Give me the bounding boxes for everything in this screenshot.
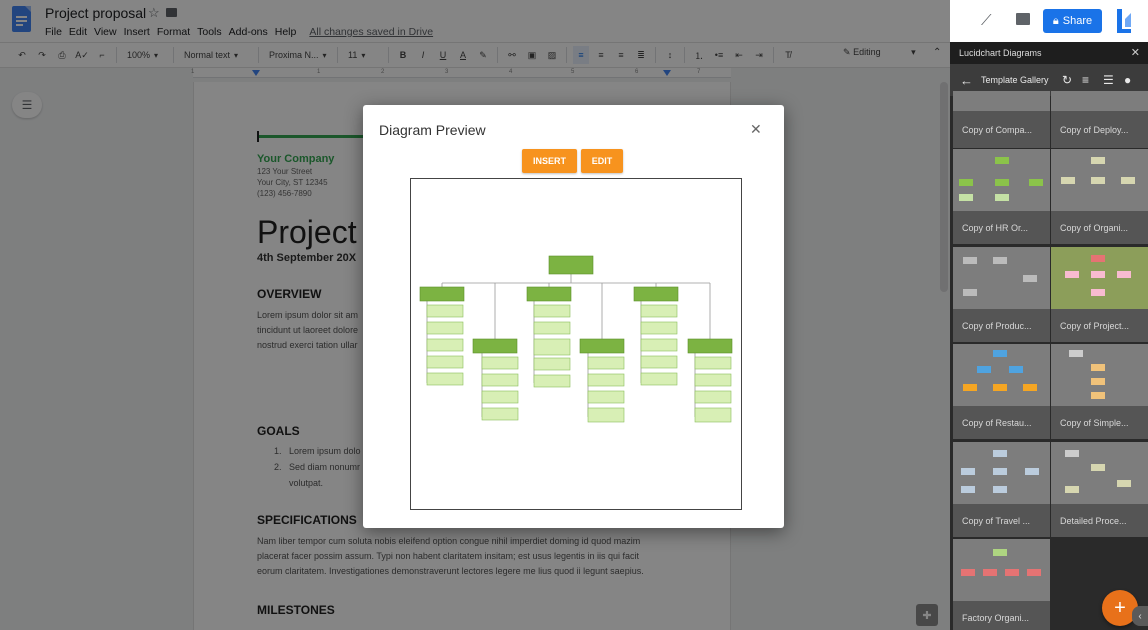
diagram-preview	[410, 178, 742, 510]
sidebar-collapse-handle[interactable]: ‹	[1132, 606, 1148, 626]
back-arrow-icon[interactable]: ←	[960, 73, 973, 88]
template-label: Copy of Travel ...	[962, 515, 1031, 526]
template-card[interactable]: Copy of Restau...	[953, 344, 1050, 439]
template-card[interactable]: Copy of Simple...	[1051, 344, 1148, 439]
org-chart-diagram	[419, 255, 733, 423]
share-button[interactable]: 🔒︎ Share	[1043, 9, 1102, 33]
close-icon[interactable]: ✕	[1131, 46, 1140, 59]
comment-icon[interactable]	[1016, 13, 1030, 25]
template-card[interactable]: Copy of Compa...	[953, 91, 1050, 148]
template-card[interactable]: Copy of Project...	[1051, 247, 1148, 342]
template-thumbnail	[953, 247, 1050, 309]
activity-icon[interactable]: ⟋	[981, 12, 992, 29]
template-label: Factory Organi...	[962, 612, 1030, 623]
template-label: Copy of Deploy...	[1060, 124, 1129, 135]
sort-icon[interactable]: ≡	[1082, 73, 1089, 87]
template-label: Copy of Organi...	[1060, 222, 1129, 233]
template-gallery-label[interactable]: Template Gallery	[981, 75, 1049, 85]
template-label: Copy of HR Or...	[962, 222, 1029, 233]
insert-button[interactable]: INSERT	[522, 149, 577, 173]
template-card[interactable]: Copy of Organi...	[1051, 149, 1148, 244]
template-card[interactable]: Detailed Proce...	[1051, 442, 1148, 537]
template-thumbnail	[953, 442, 1050, 504]
diagram-preview-dialog: Diagram Preview ✕ INSERT EDIT	[363, 105, 784, 528]
template-thumbnail	[1051, 344, 1148, 406]
edit-button[interactable]: EDIT	[581, 149, 623, 173]
template-thumbnail	[1051, 442, 1148, 504]
template-thumbnail	[953, 149, 1050, 211]
dialog-title: Diagram Preview	[379, 122, 486, 138]
template-label: Copy of Simple...	[1060, 417, 1129, 428]
template-thumbnail	[953, 91, 1050, 111]
template-label: Copy of Compa...	[962, 124, 1033, 135]
template-label: Copy of Produc...	[962, 320, 1032, 331]
template-thumbnail	[953, 539, 1050, 601]
share-label: Share	[1062, 15, 1093, 27]
template-card[interactable]: Copy of Travel ...	[953, 442, 1050, 537]
template-card[interactable]: Factory Organi...	[953, 539, 1050, 630]
template-label: Detailed Proce...	[1060, 515, 1127, 526]
sidebar-header: Lucidchart Diagrams ✕	[950, 42, 1148, 64]
lucidchart-sidebar: Lucidchart Diagrams ✕ ← Template Gallery…	[950, 42, 1148, 630]
template-card[interactable]: Copy of Produc...	[953, 247, 1050, 342]
template-card[interactable]: Copy of Deploy...	[1051, 91, 1148, 148]
template-label: Copy of Restau...	[962, 417, 1032, 428]
template-thumbnail	[1051, 247, 1148, 309]
close-icon[interactable]: ✕	[750, 121, 762, 138]
template-thumbnail	[1051, 149, 1148, 211]
lock-icon: 🔒︎	[1052, 14, 1059, 27]
sidebar-title: Lucidchart Diagrams	[959, 48, 1042, 58]
template-label: Copy of Project...	[1060, 320, 1130, 331]
account-icon[interactable]: ●	[1124, 73, 1131, 87]
template-thumbnail	[953, 344, 1050, 406]
template-card[interactable]: Copy of HR Or...	[953, 149, 1050, 244]
refresh-icon[interactable]: ↻	[1062, 73, 1072, 87]
list-icon[interactable]: ☰	[1103, 73, 1114, 87]
lucid-logo[interactable]	[1115, 9, 1133, 33]
template-thumbnail	[1051, 91, 1148, 111]
